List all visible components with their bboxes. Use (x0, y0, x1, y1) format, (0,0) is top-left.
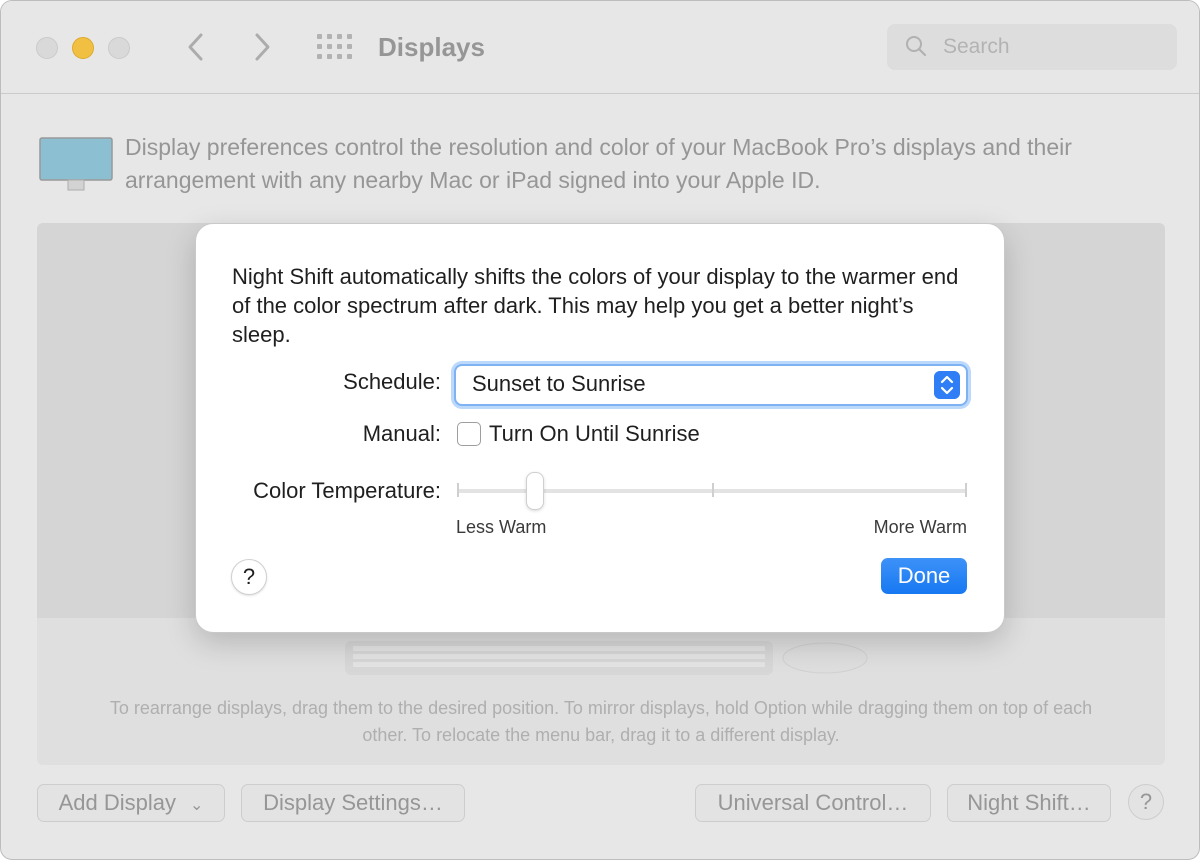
color-temperature-label: Color Temperature: (253, 478, 441, 503)
schedule-select[interactable]: Sunset to Sunrise (454, 364, 968, 406)
turn-on-until-sunrise-checkbox[interactable] (457, 422, 481, 446)
color-temperature-slider-knob[interactable] (525, 472, 544, 510)
less-warm-label: Less Warm (456, 517, 547, 537)
done-button[interactable]: Done (881, 558, 967, 594)
more-warm-label: More Warm (873, 517, 967, 537)
sheet-help-button[interactable]: ? (231, 559, 267, 595)
turn-on-until-sunrise-label[interactable]: Turn On Until Sunrise (489, 419, 700, 449)
night-shift-description: Night Shift automatically shifts the col… (232, 264, 959, 347)
slider-tick (457, 483, 459, 497)
up-down-chevron-icon (934, 371, 960, 399)
slider-tick (965, 483, 967, 497)
schedule-label: Schedule: (343, 369, 441, 394)
schedule-select-value: Sunset to Sunrise (472, 371, 646, 396)
manual-label: Manual: (362, 421, 441, 446)
slider-tick (712, 483, 714, 497)
night-shift-sheet: Night Shift automatically shifts the col… (195, 223, 1005, 633)
